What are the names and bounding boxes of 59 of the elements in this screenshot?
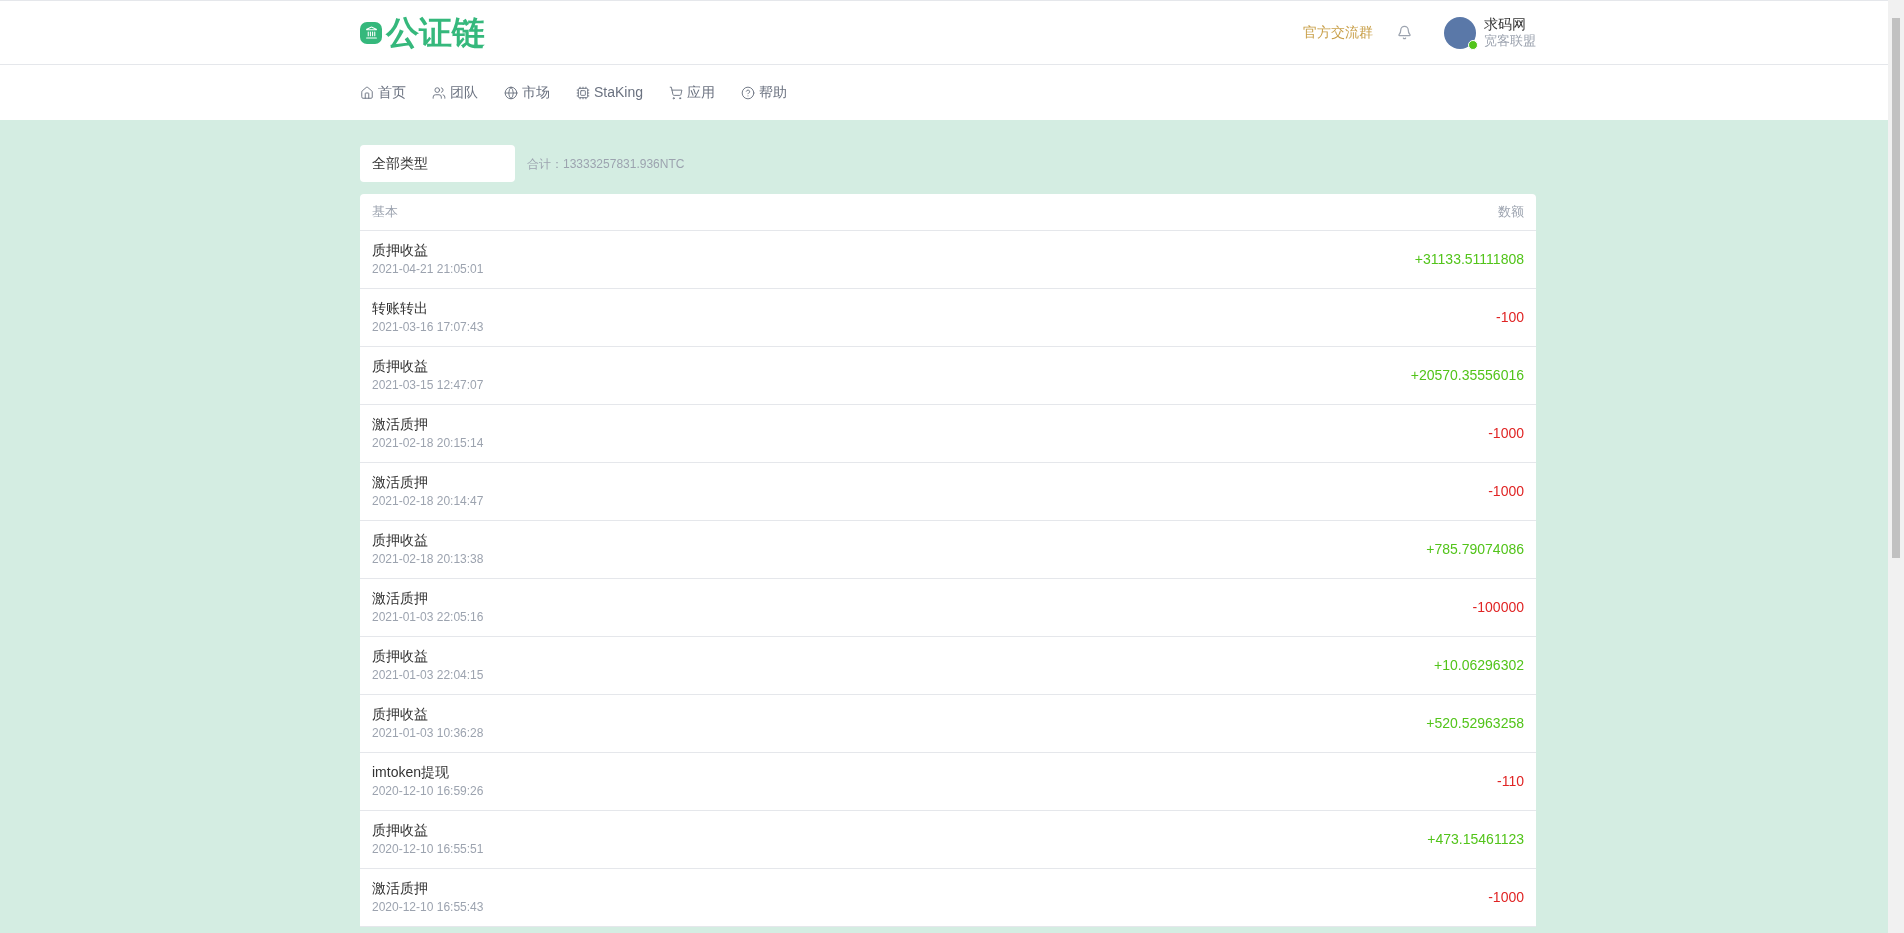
record-title: 质押收益 bbox=[372, 241, 429, 260]
record-time: 2021-03-15 12:47:07 bbox=[372, 378, 484, 394]
total-text: 合计：13333257831.936NTC bbox=[527, 155, 685, 173]
nav-link[interactable]: 应用 bbox=[669, 82, 716, 103]
bell-icon[interactable] bbox=[1397, 25, 1412, 40]
user-subtitle: 宽客联盟 bbox=[1484, 33, 1536, 50]
record-title: 质押收益 bbox=[372, 531, 429, 550]
record-title: 质押收益 bbox=[372, 821, 429, 840]
record-time: 2020-12-10 16:55:51 bbox=[372, 842, 484, 858]
help-icon bbox=[741, 85, 756, 100]
globe-icon bbox=[504, 85, 518, 100]
record-time: 2021-01-03 22:05:16 bbox=[372, 610, 484, 626]
cart-icon bbox=[669, 85, 684, 100]
nav-link[interactable]: 团队 bbox=[432, 82, 478, 103]
record-time: 2020-12-10 16:55:43 bbox=[372, 900, 484, 916]
record-time: 2021-01-03 22:04:15 bbox=[372, 668, 484, 684]
record-time: 2021-04-21 21:05:01 bbox=[372, 262, 484, 278]
record-title: imtoken提现 bbox=[372, 763, 451, 782]
chip-icon bbox=[576, 85, 590, 100]
user-name: 求码网 bbox=[1484, 15, 1527, 34]
record-amount: +473.15461123 bbox=[1427, 830, 1524, 849]
record-amount: -100 bbox=[1495, 308, 1524, 327]
record-amount: -1000 bbox=[1488, 482, 1524, 501]
logo-icon bbox=[360, 21, 382, 44]
record-amount: +20570.35556016 bbox=[1410, 366, 1524, 385]
nav-link[interactable]: 市场 bbox=[504, 82, 550, 103]
record-amount: -1000 bbox=[1488, 888, 1524, 907]
type-select[interactable]: 全部类型 bbox=[360, 145, 515, 182]
record-time: 2021-02-18 20:15:14 bbox=[372, 436, 484, 452]
record-title: 激活质押 bbox=[372, 415, 429, 434]
column-header: 数额 bbox=[1498, 203, 1524, 222]
record-title: 激活质押 bbox=[372, 879, 429, 898]
scrollbar[interactable] bbox=[1888, 0, 1904, 933]
record-time: 2021-03-16 17:07:43 bbox=[372, 320, 484, 336]
scrollbar-thumb[interactable] bbox=[1892, 18, 1900, 558]
record-title: 转账转出 bbox=[372, 299, 429, 318]
record-amount: -100000 bbox=[1472, 598, 1524, 617]
record-amount: +31133.51111808 bbox=[1414, 250, 1524, 269]
record-amount: -110 bbox=[1497, 772, 1524, 791]
nav-link[interactable]: 首页 bbox=[360, 82, 406, 103]
nav-link[interactable]: StaKing bbox=[576, 82, 644, 103]
record-title: 质押收益 bbox=[372, 705, 429, 724]
record-title: 质押收益 bbox=[372, 357, 429, 376]
record-title: 质押收益 bbox=[372, 647, 429, 666]
home-icon bbox=[360, 85, 374, 100]
nav-link[interactable]: 帮助 bbox=[741, 82, 788, 103]
record-title: 激活质押 bbox=[372, 473, 429, 492]
record-title: 激活质押 bbox=[372, 589, 429, 608]
record-amount: +520.52963258 bbox=[1426, 714, 1524, 733]
avatar[interactable] bbox=[1444, 16, 1476, 49]
record-amount: +10.06296302 bbox=[1434, 656, 1524, 675]
record-time: 2021-02-18 20:14:47 bbox=[372, 494, 484, 510]
record-amount: +785.79074086 bbox=[1426, 540, 1524, 559]
column-header: 基本 bbox=[372, 203, 398, 222]
users-icon bbox=[432, 85, 446, 100]
record-amount: -1000 bbox=[1488, 424, 1524, 443]
record-time: 2021-01-03 10:36:28 bbox=[372, 726, 484, 742]
record-time: 2021-02-18 20:13:38 bbox=[372, 552, 484, 568]
record-time: 2020-12-10 16:59:26 bbox=[372, 784, 484, 800]
